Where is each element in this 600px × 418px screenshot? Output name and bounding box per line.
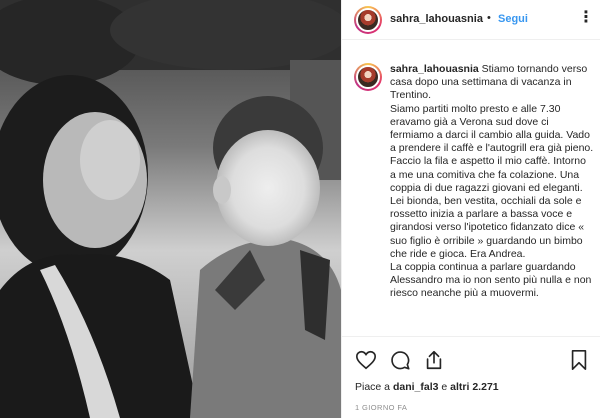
post-caption: sahra_lahouasnia Stiamo tornando verso c… — [390, 63, 594, 301]
post-timestamp: 1 GIORNO FA — [355, 403, 408, 412]
caption-text: Stiamo tornando verso casa dopo una sett… — [390, 63, 594, 300]
header-username[interactable]: sahra_lahouasnia — [390, 13, 483, 25]
heart-icon[interactable] — [355, 349, 377, 371]
post-photo[interactable] — [0, 0, 341, 418]
action-bar: Piace a dani_fal3 e altri 2.271 1 GIORNO… — [342, 336, 600, 418]
post-detail-panel: sahra_lahouasnia • Segui ⋮ sahra_lahouas… — [341, 0, 600, 418]
bookmark-icon[interactable] — [568, 349, 590, 371]
caption-avatar[interactable] — [354, 63, 382, 91]
likes-summary[interactable]: Piace a dani_fal3 e altri 2.271 — [355, 381, 499, 393]
likes-middle: e — [438, 381, 451, 393]
likes-user[interactable]: dani_fal3 — [393, 381, 439, 393]
caption-area: sahra_lahouasnia Stiamo tornando verso c… — [342, 41, 600, 335]
share-icon[interactable] — [423, 349, 445, 371]
post-header: sahra_lahouasnia • Segui ⋮ — [342, 0, 600, 40]
separator-dot: • — [487, 12, 491, 24]
avatar[interactable] — [354, 6, 382, 34]
follow-button[interactable]: Segui — [498, 13, 528, 25]
caption-username[interactable]: sahra_lahouasnia — [390, 63, 479, 75]
likes-prefix: Piace a — [355, 381, 393, 393]
comment-icon[interactable] — [389, 349, 411, 371]
likes-others[interactable]: altri 2.271 — [450, 381, 498, 393]
more-options-icon[interactable]: ⋮ — [578, 6, 594, 30]
post-image — [0, 0, 341, 418]
